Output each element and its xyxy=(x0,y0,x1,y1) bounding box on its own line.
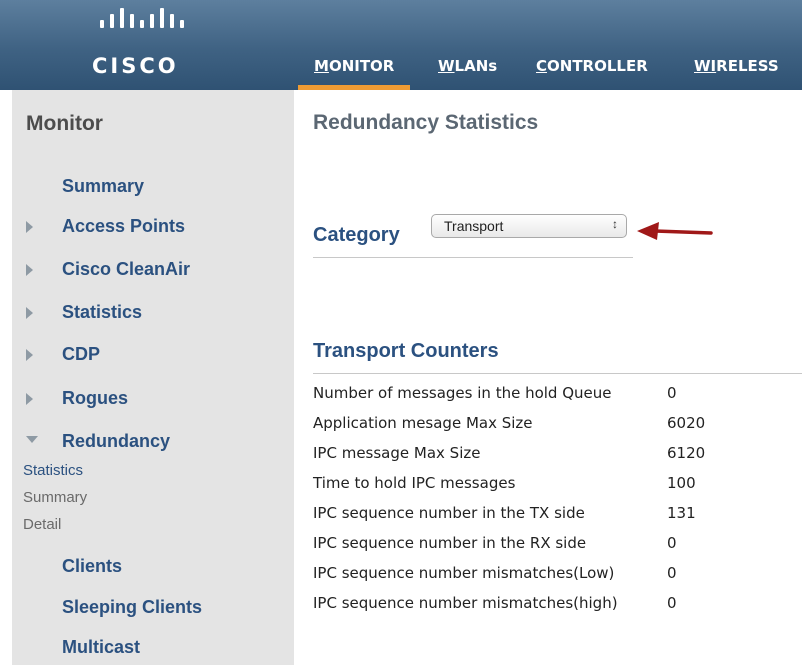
nav-wlans-rest: LANs xyxy=(454,57,498,75)
sidebar-item-statistics[interactable]: Statistics xyxy=(62,302,142,323)
page-title: Redundancy Statistics xyxy=(313,111,539,134)
sidebar-item-cdp[interactable]: CDP xyxy=(62,344,100,365)
nav-wireless-rest: RELESS xyxy=(716,57,779,75)
sidebar-item-sleeping-clients[interactable]: Sleeping Clients xyxy=(62,597,202,618)
nav-monitor-accel: M xyxy=(314,57,329,75)
nav-monitor-rest: ONITOR xyxy=(328,57,395,75)
sidebar: Monitor Summary Access Points Cisco Clea… xyxy=(12,90,294,665)
category-select-value: Transport xyxy=(444,218,504,234)
nav-controller[interactable]: CONTROLLER xyxy=(520,56,664,86)
nav-wlans-accel: W xyxy=(438,57,455,75)
counter-value: 6020 xyxy=(667,414,706,432)
counter-label: IPC sequence number mismatches(Low) xyxy=(313,564,615,582)
counter-label: Number of messages in the hold Queue xyxy=(313,384,612,402)
counter-value: 131 xyxy=(667,504,696,522)
counter-value: 0 xyxy=(667,384,677,402)
nav-wireless-accel: WI xyxy=(694,57,717,75)
counter-value: 0 xyxy=(667,534,677,552)
counter-value: 6120 xyxy=(667,444,706,462)
counter-value: 0 xyxy=(667,564,677,582)
expand-cdp-icon[interactable] xyxy=(26,349,33,361)
counter-label: IPC sequence number in the RX side xyxy=(313,534,587,552)
counter-label: Application mesage Max Size xyxy=(313,414,533,432)
sidebar-item-summary[interactable]: Summary xyxy=(62,176,144,197)
counter-label: Time to hold IPC messages xyxy=(313,474,516,492)
counter-value: 100 xyxy=(667,474,696,492)
category-divider xyxy=(313,257,633,258)
sidebar-item-rogues[interactable]: Rogues xyxy=(62,388,128,409)
nav-monitor[interactable]: MONITOR xyxy=(298,56,411,90)
sidebar-title: Monitor xyxy=(26,112,103,135)
nav-wireless[interactable]: WIRELESS xyxy=(678,56,795,86)
counter-label: IPC message Max Size xyxy=(313,444,481,462)
counter-label: IPC sequence number mismatches(high) xyxy=(313,594,618,612)
sidebar-subitem-detail[interactable]: Detail xyxy=(23,516,61,533)
section-title: Transport Counters xyxy=(313,340,499,362)
counter-label: IPC sequence number in the TX side xyxy=(313,504,585,522)
category-label: Category xyxy=(313,224,400,246)
sidebar-subitem-statistics[interactable]: Statistics xyxy=(23,462,83,479)
select-arrows-icon: ↕ xyxy=(612,217,618,231)
nav-controller-accel: C xyxy=(536,57,548,75)
top-header: CISCO MONITOR WLANs CONTROLLER WIRELESS xyxy=(0,0,802,90)
collapse-redundancy-icon[interactable] xyxy=(26,436,38,443)
category-select[interactable]: Transport ↕ xyxy=(431,214,627,238)
expand-statistics-icon[interactable] xyxy=(26,307,33,319)
sidebar-item-redundancy[interactable]: Redundancy xyxy=(62,431,170,452)
expand-cleanair-icon[interactable] xyxy=(26,264,33,276)
sidebar-item-multicast[interactable]: Multicast xyxy=(62,637,140,658)
sidebar-item-cisco-cleanair[interactable]: Cisco CleanAir xyxy=(62,259,190,280)
sidebar-subitem-summary[interactable]: Summary xyxy=(23,489,87,506)
nav-controller-rest: ONTROLLER xyxy=(547,57,648,75)
cisco-logo-text: CISCO xyxy=(92,54,179,78)
expand-access-points-icon[interactable] xyxy=(26,221,33,233)
section-divider xyxy=(313,373,802,374)
sidebar-item-clients[interactable]: Clients xyxy=(62,556,122,577)
red-arrow-icon xyxy=(637,222,713,240)
expand-rogues-icon[interactable] xyxy=(26,393,33,405)
counter-value: 0 xyxy=(667,594,677,612)
nav-wlans[interactable]: WLANs xyxy=(422,56,513,86)
sidebar-item-access-points[interactable]: Access Points xyxy=(62,216,185,237)
